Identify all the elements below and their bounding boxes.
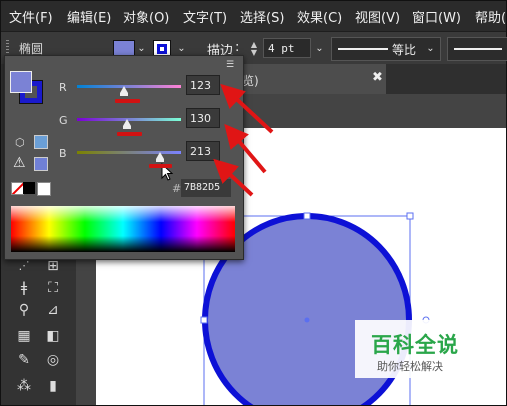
annotation-arrows [213, 83, 274, 197]
annotation-arrow [220, 83, 274, 134]
annotation-arrow [213, 158, 254, 197]
annotation-arrow [224, 123, 267, 174]
